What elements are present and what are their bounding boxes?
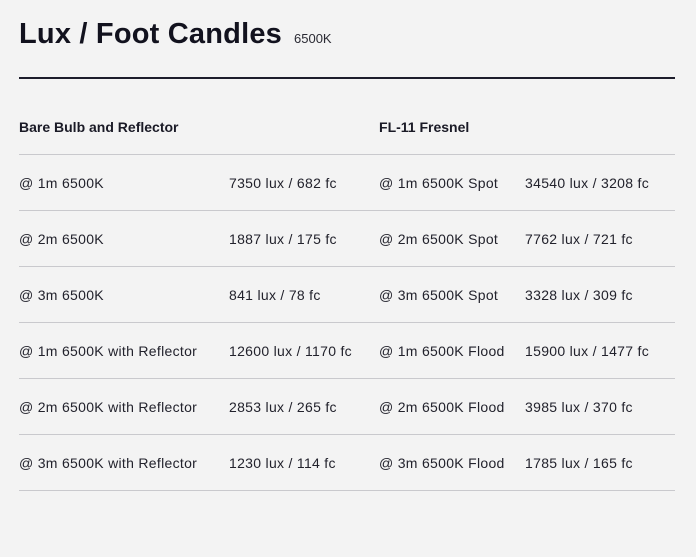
bare-bulb-lux-value: 7350 lux / 682 fc [229, 154, 380, 211]
bare-bulb-distance-label: @ 1m 6500K [19, 154, 229, 211]
fresnel-lux-value: 34540 lux / 3208 fc [525, 154, 676, 211]
table-header-row: Bare Bulb and Reflector FL-11 Fresnel [19, 100, 676, 155]
page-title: Lux / Foot Candles [19, 18, 282, 50]
bare-bulb-lux-value: 12600 lux / 1170 fc [229, 322, 380, 379]
fresnel-lux-value: 3985 lux / 370 fc [525, 378, 676, 435]
bare-bulb-distance-label: @ 3m 6500K [19, 266, 229, 323]
fresnel-lux-value: 3328 lux / 309 fc [525, 266, 676, 323]
table-row: @ 2m 6500K with Reflector 2853 lux / 265… [19, 378, 676, 435]
fl11-fresnel-heading: FL-11 Fresnel [379, 100, 676, 155]
bare-bulb-distance-label: @ 3m 6500K with Reflector [19, 434, 229, 491]
fresnel-distance-label: @ 3m 6500K Flood [379, 434, 526, 491]
fresnel-lux-value: 7762 lux / 721 fc [525, 210, 676, 267]
lux-table: Bare Bulb and Reflector FL-11 Fresnel @ … [19, 100, 676, 491]
table-row: @ 2m 6500K 1887 lux / 175 fc @ 2m 6500K … [19, 210, 676, 267]
fresnel-distance-label: @ 1m 6500K Spot [379, 154, 526, 211]
fresnel-distance-label: @ 1m 6500K Flood [379, 322, 526, 379]
page-header: Lux / Foot Candles 6500K [19, 18, 332, 51]
bare-bulb-lux-value: 841 lux / 78 fc [229, 266, 380, 323]
fresnel-lux-value: 15900 lux / 1477 fc [525, 322, 676, 379]
bare-bulb-heading: Bare Bulb and Reflector [19, 100, 380, 155]
bare-bulb-distance-label: @ 2m 6500K with Reflector [19, 378, 229, 435]
table-row: @ 3m 6500K with Reflector 1230 lux / 114… [19, 434, 676, 491]
table-row: @ 1m 6500K with Reflector 12600 lux / 11… [19, 322, 676, 379]
bare-bulb-distance-label: @ 1m 6500K with Reflector [19, 322, 229, 379]
bare-bulb-distance-label: @ 2m 6500K [19, 210, 229, 267]
table-row: @ 3m 6500K 841 lux / 78 fc @ 3m 6500K Sp… [19, 266, 676, 323]
fresnel-distance-label: @ 2m 6500K Flood [379, 378, 526, 435]
table-row: @ 1m 6500K 7350 lux / 682 fc @ 1m 6500K … [19, 154, 676, 211]
bare-bulb-lux-value: 1230 lux / 114 fc [229, 434, 380, 491]
fresnel-lux-value: 1785 lux / 165 fc [525, 434, 676, 491]
fresnel-distance-label: @ 3m 6500K Spot [379, 266, 526, 323]
header-divider [19, 77, 675, 79]
fresnel-distance-label: @ 2m 6500K Spot [379, 210, 526, 267]
color-temperature-label: 6500K [294, 31, 332, 46]
lux-foot-candles-page: Lux / Foot Candles 6500K Bare Bulb and R… [0, 0, 696, 557]
bare-bulb-lux-value: 1887 lux / 175 fc [229, 210, 380, 267]
bare-bulb-lux-value: 2853 lux / 265 fc [229, 378, 380, 435]
